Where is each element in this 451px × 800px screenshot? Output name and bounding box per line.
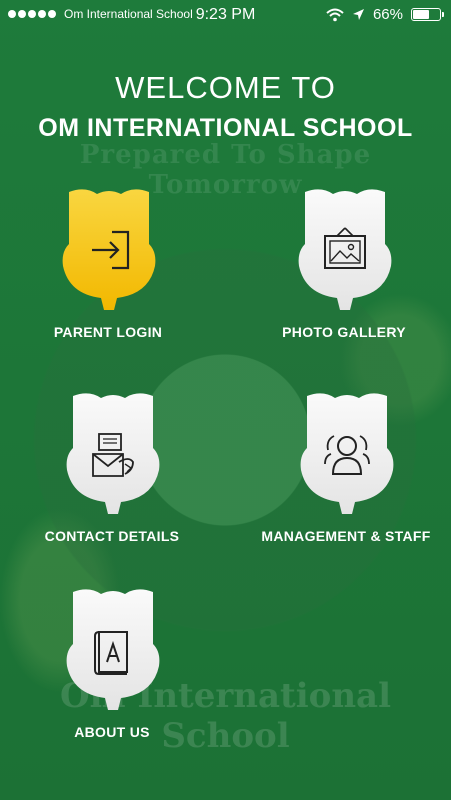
book-icon xyxy=(94,631,128,675)
location-arrow-icon xyxy=(352,9,364,20)
login-icon xyxy=(92,230,130,270)
tile-label: PARENT LOGIN xyxy=(53,324,163,340)
picture-frame-icon xyxy=(324,227,366,269)
tile-label: MANAGEMENT & STAFF xyxy=(261,528,431,544)
tile-label: ABOUT US xyxy=(74,724,150,740)
wifi-icon xyxy=(326,8,344,21)
status-bar: Om International School 9:23 PM 66% xyxy=(0,0,451,30)
battery-percent: 66% xyxy=(372,6,403,23)
tile-label: PHOTO GALLERY xyxy=(282,324,406,340)
status-right: 66% xyxy=(326,6,444,23)
contact-mail-icon xyxy=(92,433,134,477)
management-staff-tile[interactable]: MANAGEMENT & STAFF xyxy=(251,390,441,570)
school-name: OM INTERNATIONAL SCHOOL xyxy=(38,114,413,142)
welcome-heading: WELCOME TO xyxy=(115,70,336,105)
battery-icon xyxy=(411,8,444,21)
photo-gallery-tile[interactable]: PHOTO GALLERY xyxy=(249,186,439,366)
about-us-tile[interactable]: ABOUT US xyxy=(17,586,207,766)
tile-label: CONTACT DETAILS xyxy=(44,528,180,544)
parent-login-tile[interactable]: PARENT LOGIN xyxy=(13,186,203,366)
staff-group-icon xyxy=(324,435,370,475)
contact-details-tile[interactable]: CONTACT DETAILS xyxy=(17,390,207,570)
